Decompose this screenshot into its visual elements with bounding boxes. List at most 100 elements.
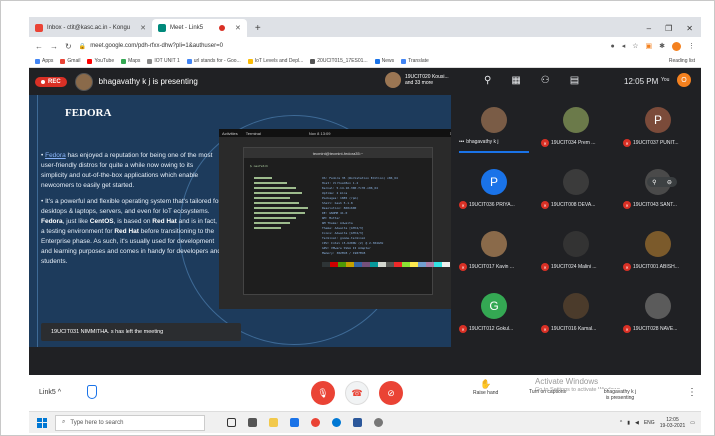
slide-text: , is based on xyxy=(113,218,153,225)
bookmark-item[interactable]: YouTube xyxy=(87,58,114,64)
windows-start-icon[interactable] xyxy=(37,417,47,428)
bookmark-item[interactable]: IOT UNIT 1 xyxy=(147,58,180,64)
fedora-link[interactable]: Fedora xyxy=(45,152,66,159)
star-icon[interactable]: ☆ xyxy=(632,42,638,50)
url-field[interactable]: 🔒 meet.google.com/pdh-rfxx-dhw?pli=1&aut… xyxy=(79,43,604,50)
people-icon[interactable]: ⚇ xyxy=(541,75,550,86)
participant-tile[interactable]: ••• bhagavathy k j xyxy=(455,99,533,155)
participant-tile[interactable]: ✕ 19UCIT008 DEVA... xyxy=(537,161,615,217)
bookmark-item[interactable]: Gmail xyxy=(60,58,80,64)
meeting-code[interactable]: Link5 ^ xyxy=(39,389,61,396)
more-options-icon[interactable]: ⋮ xyxy=(687,387,697,398)
bookmark-item[interactable]: News xyxy=(374,58,395,64)
extension-icon[interactable]: ▣ xyxy=(646,42,653,50)
bookmark-label: News xyxy=(381,58,395,64)
minimize-icon[interactable]: – xyxy=(647,24,651,33)
palette-swatch xyxy=(370,262,378,267)
reading-list-button[interactable]: Reading list xyxy=(669,58,695,64)
participant-tile[interactable]: ✕ 19UCIT001 ABISH... xyxy=(619,223,697,279)
maximize-icon[interactable]: ❐ xyxy=(665,24,672,33)
forward-icon[interactable]: → xyxy=(50,42,58,51)
participant-tile[interactable]: P ✕ 19UCIT036 PRIYA... xyxy=(455,161,533,217)
bookmark-item[interactable]: 20UCIT015_17ES01... xyxy=(310,58,368,64)
shield-icon[interactable] xyxy=(87,385,97,399)
pin-icon[interactable]: ⚲ xyxy=(652,179,656,186)
terminal-titlebar: tecmint@tecmint-fedora35:~ xyxy=(244,148,432,158)
self-avatar[interactable]: O xyxy=(677,73,691,87)
remove-icon[interactable]: ⊖ xyxy=(667,179,672,186)
profile-avatar[interactable] xyxy=(672,41,681,51)
participant-tile[interactable]: G ✕ 19UCIT012 Gokul... xyxy=(455,285,533,341)
network-icon[interactable]: ▮ xyxy=(627,420,630,426)
bookmark-icon xyxy=(147,58,153,64)
pin-icon[interactable]: ⚲ xyxy=(484,75,491,86)
top-participants[interactable]: 19UCIT020 Kousi... and 33 more xyxy=(385,72,449,88)
participant-tile[interactable]: ✕ 19UCIT016 Kamal... xyxy=(537,285,615,341)
close-tab-icon[interactable]: ✕ xyxy=(235,24,241,32)
participant-name-row: ✕ 19UCIT017 Kavin ... xyxy=(459,263,535,271)
participant-tile[interactable]: ✕ 19UCIT034 Prem ... xyxy=(537,99,615,155)
bookmark-icon xyxy=(60,58,66,64)
volume-icon[interactable]: ◀ xyxy=(635,420,639,426)
participant-tile[interactable]: ✕ 19UCIT043 SANT... ⚲ ⊖ xyxy=(619,161,697,217)
tab-meet[interactable]: Meet - Link5 ✕ xyxy=(152,19,247,37)
puzzle-icon[interactable]: ✱ xyxy=(659,42,665,50)
grid-icon[interactable]: ▦ xyxy=(511,75,520,86)
slide-title: FEDORA xyxy=(65,107,112,119)
tray-clock[interactable]: 12:05 19-03-2021 xyxy=(660,417,686,429)
participant-name: 19UCIT012 Gokul... xyxy=(469,326,514,332)
slide-bold: Red Hat xyxy=(152,218,177,225)
share-icon[interactable]: ◂ xyxy=(622,42,626,50)
participant-name-row: ✕ 19UCIT001 ABISH... xyxy=(623,263,699,271)
bookmark-item[interactable]: IoT Levels and Depl... xyxy=(247,58,303,64)
presenting-button[interactable]: bhagavathy k j is presenting xyxy=(597,389,643,401)
language-indicator[interactable]: ENG xyxy=(644,420,655,426)
file-explorer-icon[interactable] xyxy=(269,418,278,427)
bookmark-item[interactable]: url stands for - Goo... xyxy=(186,58,241,64)
edge-icon[interactable] xyxy=(332,418,341,427)
participant-name: 19UCIT028 NAVE... xyxy=(633,326,678,332)
menu-icon[interactable]: ⋮ xyxy=(688,42,695,50)
bookmark-item[interactable]: Translate xyxy=(401,58,429,64)
raise-hand-button[interactable]: ✋ Raise hand xyxy=(473,380,498,397)
mic-off-button[interactable]: 🎙 xyxy=(311,381,335,405)
chrome-icon[interactable] xyxy=(311,418,320,427)
back-icon[interactable]: ← xyxy=(35,42,43,51)
tile-hover-controls[interactable]: ⚲ ⊖ xyxy=(647,177,677,187)
task-view-icon[interactable] xyxy=(227,418,236,427)
participant-tile[interactable]: ✕ 19UCIT017 Kavin ... xyxy=(455,223,533,279)
participant-name: 19UCIT016 Kamal... xyxy=(551,326,597,332)
participant-avatar: G xyxy=(481,293,507,319)
store-icon[interactable] xyxy=(248,418,257,427)
participant-name-row: ✕ 19UCIT037 PUNIT... xyxy=(623,139,699,147)
participant-tile[interactable]: ✕ 19UCIT024 Malini ... xyxy=(537,223,615,279)
participant-tile[interactable]: ✕ 19UCIT028 NAVE... xyxy=(619,285,697,341)
palette-swatch xyxy=(442,262,450,267)
tab-gmail[interactable]: Inbox - ctit@kasc.ac.in - Kongu ✕ xyxy=(29,19,152,37)
reload-icon[interactable]: ↻ xyxy=(65,42,72,51)
close-tab-icon[interactable]: ✕ xyxy=(140,24,146,32)
camera-icon[interactable]: ● xyxy=(610,43,614,50)
participant-tile[interactable]: P ✕ 19UCIT037 PUNIT... xyxy=(619,99,697,155)
palette-swatch xyxy=(418,262,426,267)
gmail-icon xyxy=(35,24,43,32)
bookmark-item[interactable]: Maps xyxy=(121,58,140,64)
camera-off-button[interactable]: ⊘ xyxy=(379,381,403,405)
participant-name: 19UCIT008 DEVA... xyxy=(551,202,596,208)
participant-name: 19UCIT024 Malini ... xyxy=(551,264,597,270)
mail-icon[interactable] xyxy=(290,418,299,427)
settings-icon[interactable] xyxy=(374,418,383,427)
mic-muted-icon: ✕ xyxy=(541,263,549,271)
chevron-up-icon[interactable]: ^ xyxy=(620,420,622,426)
new-tab-button[interactable]: + xyxy=(247,19,269,37)
chat-icon[interactable]: ▤ xyxy=(570,75,579,86)
bookmark-item[interactable]: Apps xyxy=(35,58,53,64)
participant-name-row: ✕ 19UCIT016 Kamal... xyxy=(541,325,617,333)
close-window-icon[interactable]: ✕ xyxy=(686,24,693,33)
meet-lower-area xyxy=(29,347,701,375)
taskbar-search[interactable]: ⌕ Type here to search xyxy=(55,414,205,431)
word-icon[interactable] xyxy=(353,418,362,427)
mic-muted-icon: ✕ xyxy=(459,201,467,209)
notifications-icon[interactable]: ▭ xyxy=(690,420,695,426)
leave-call-button[interactable]: ☎ xyxy=(345,381,369,405)
